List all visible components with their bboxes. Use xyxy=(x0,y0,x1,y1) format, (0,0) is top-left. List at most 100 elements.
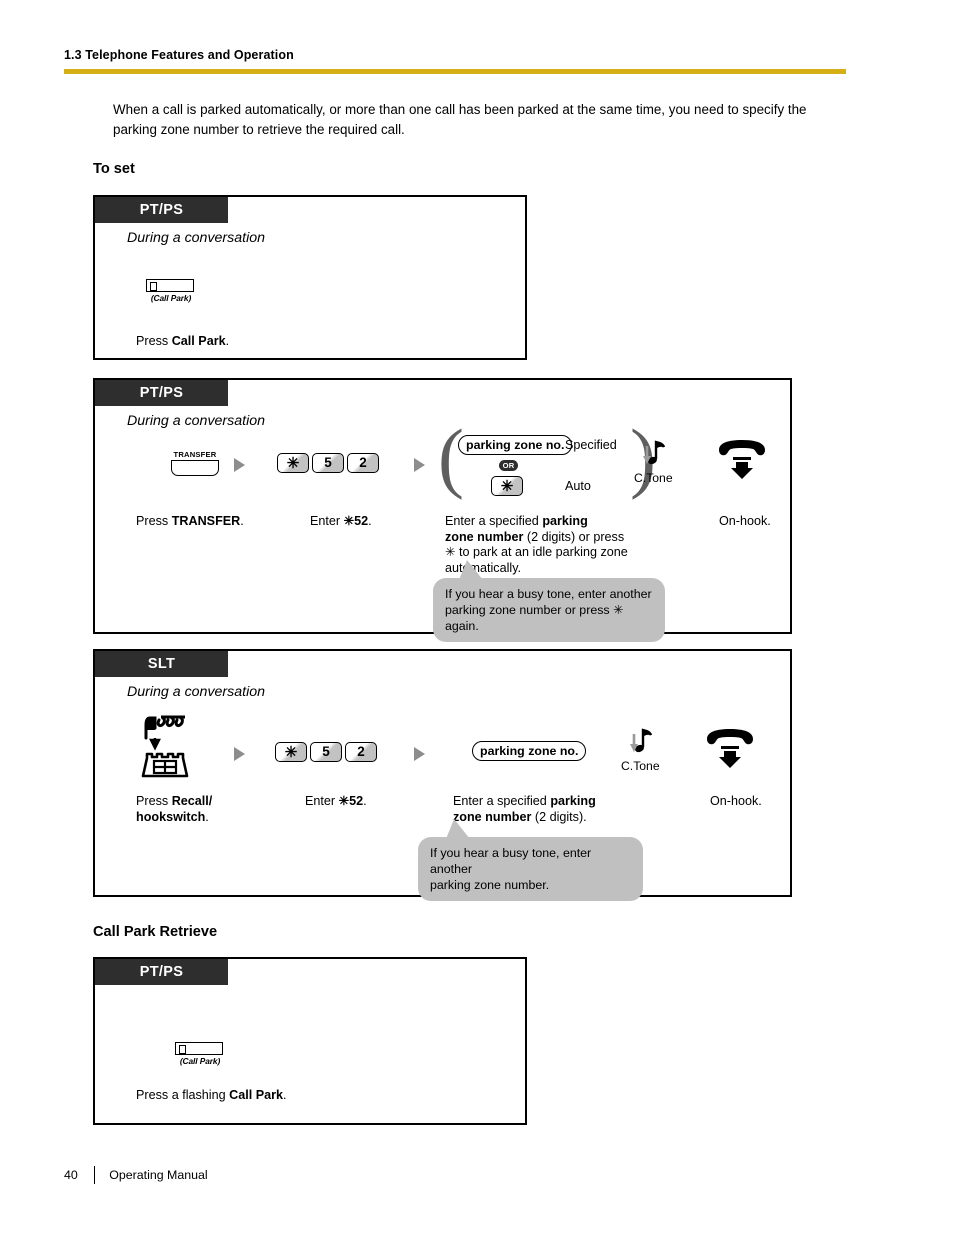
box2-step4-caption: On-hook. xyxy=(719,514,771,528)
header-rule xyxy=(64,69,846,74)
procedure-box-pt-ps-set: PT/PS During a conversation (Call Park) … xyxy=(93,195,527,360)
box3-step3-l2-post: (2 digits). xyxy=(531,809,587,824)
box3-bubble-line1: If you hear a busy tone, enter another xyxy=(430,846,592,876)
box3-note-bubble: If you hear a busy tone, enter another p… xyxy=(418,819,643,901)
box3-step4-caption: On-hook. xyxy=(710,794,762,808)
call-park-key-label-retrieve: (Call Park) xyxy=(179,1056,221,1066)
page-footer: 40 Operating Manual xyxy=(64,1166,208,1184)
box3-step1-pre: Press xyxy=(136,794,172,808)
slt-flow-arrow-2-icon xyxy=(414,747,425,761)
procedure-box-pt-ps-transfer: PT/PS During a conversation TRANSFER ✳ 5… xyxy=(93,378,792,642)
heading-to-set: To set xyxy=(93,161,135,177)
slt-key-5: 5 xyxy=(310,742,342,762)
recall-hookswitch-icon xyxy=(141,714,201,778)
box3-step1-bold-l1: Recall/ xyxy=(171,794,213,808)
box2-step1-bold: TRANSFER xyxy=(171,514,241,528)
box4-caption-bold: Call Park xyxy=(229,1088,284,1102)
box2-step2-bold: ✳52 xyxy=(343,514,369,528)
box1-caption-bold: Call Park xyxy=(171,334,226,348)
box2-step1-pre: Press xyxy=(136,514,172,528)
slt-music-note-icon xyxy=(623,727,657,761)
slt-dialpad-keys-star52: ✳ 5 2 xyxy=(275,742,377,762)
call-park-key-icon: (Call Park) xyxy=(146,279,197,303)
box3-step2-caption: Enter ✳52. xyxy=(305,794,367,810)
box2-bubble-line2: parking zone number or press ✳ again. xyxy=(445,603,624,633)
box3-step3-l1-pre: Enter a specified xyxy=(453,794,551,808)
box3-step2-post: . xyxy=(363,794,367,808)
flow-arrow-1-icon xyxy=(234,458,245,472)
transfer-button-shape xyxy=(171,460,219,476)
box1-state-label: During a conversation xyxy=(127,230,266,246)
box2-state-label: During a conversation xyxy=(127,413,266,429)
box2-step1-post: . xyxy=(240,514,244,528)
box1-step-caption: Press Call Park. xyxy=(136,334,229,350)
procedure-box-pt-ps-retrieve: PT/PS (Call Park) Press a flashing Call … xyxy=(93,957,527,1125)
call-park-key-shape-retrieve xyxy=(175,1042,223,1055)
box4-step-caption: Press a flashing Call Park. xyxy=(136,1088,287,1104)
footer-title: Operating Manual xyxy=(109,1168,208,1182)
section-title: 1.3 Telephone Features and Operation xyxy=(64,48,294,62)
ctone-label: C.Tone xyxy=(634,471,673,485)
on-hook-handset-icon xyxy=(715,438,769,479)
label-specified: Specified xyxy=(565,438,617,452)
key-5: 5 xyxy=(312,453,344,473)
box3-step1-bold-l2: hookswitch xyxy=(136,809,206,824)
dialpad-keys-star52: ✳ 5 2 xyxy=(277,453,379,473)
box-tab-slt: SLT xyxy=(95,651,228,677)
key-2: 2 xyxy=(347,453,379,473)
slt-flow-arrow-1-icon xyxy=(234,747,245,761)
slt-ctone-label: C.Tone xyxy=(621,759,660,773)
box2-step2-caption: Enter ✳52. xyxy=(310,514,372,530)
box3-bubble-line2: parking zone number. xyxy=(430,878,550,892)
box2-step2-pre: Enter xyxy=(310,514,344,528)
box2-step1-caption: Press TRANSFER. xyxy=(136,514,244,530)
slt-key-star: ✳ xyxy=(275,742,307,762)
or-badge: OR xyxy=(499,460,518,471)
footer-divider xyxy=(93,1166,96,1184)
flow-arrow-2-icon xyxy=(414,458,425,472)
box3-step1-post: . xyxy=(205,809,209,824)
box2-step3-l2-bold: zone number xyxy=(445,529,524,544)
page-header: 1.3 Telephone Features and Operation xyxy=(64,48,846,74)
call-park-key-label: (Call Park) xyxy=(150,293,192,303)
box2-step2-post: . xyxy=(368,514,372,528)
box3-step1-caption: Press Recall/ hookswitch. xyxy=(136,794,212,825)
box3-step2-pre: Enter xyxy=(305,794,339,808)
call-park-key-shape xyxy=(146,279,194,292)
group-paren-left-icon: ( xyxy=(438,413,464,500)
box2-step3-l2-post: (2 digits) or press xyxy=(523,529,625,544)
box3-bubble-tail-icon xyxy=(446,819,470,839)
box2-bubble-line1: If you hear a busy tone, enter another xyxy=(445,587,652,601)
music-note-icon xyxy=(636,439,670,473)
key-star-auto: ✳ xyxy=(491,476,523,496)
slt-confirmation-tone-indicator: C.Tone xyxy=(621,727,660,773)
confirmation-tone-indicator: C.Tone xyxy=(634,439,673,485)
key-star: ✳ xyxy=(277,453,309,473)
box3-step2-bold: ✳52 xyxy=(338,794,364,808)
box4-caption-pre: Press a flashing xyxy=(136,1088,230,1102)
box3-step3-l1-bold: parking xyxy=(550,794,596,808)
page-number: 40 xyxy=(64,1168,78,1182)
box1-caption-post: . xyxy=(225,334,230,348)
slt-parking-zone-no-pill: parking zone no. xyxy=(472,741,587,761)
box2-step3-l1-bold: parking xyxy=(542,514,588,528)
transfer-button-icon: TRANSFER xyxy=(169,450,221,476)
slt-key-2: 2 xyxy=(345,742,377,762)
box-tab-pt-ps-2: PT/PS xyxy=(95,380,228,406)
box3-step3-caption: Enter a specified parking zone number (2… xyxy=(453,794,673,825)
box-tab-pt-ps-retrieve: PT/PS xyxy=(95,959,228,985)
intro-paragraph: When a call is parked automatically, or … xyxy=(113,102,807,137)
box4-caption-post: . xyxy=(283,1088,287,1102)
call-park-key-icon-retrieve: (Call Park) xyxy=(175,1042,226,1066)
heading-call-park-retrieve: Call Park Retrieve xyxy=(93,924,218,940)
box2-step3-l1-pre: Enter a specified xyxy=(445,514,543,528)
box2-step3-l4: automatically. xyxy=(445,560,522,575)
procedure-box-slt: SLT During a conversation ✳ 5 2 parking … xyxy=(93,649,792,901)
box2-bubble-tail-icon xyxy=(459,560,483,580)
parking-zone-no-pill: parking zone no. xyxy=(458,435,573,455)
box1-caption-pre: Press xyxy=(136,334,172,348)
box2-step3-l3: ✳ to park at an idle parking zone xyxy=(445,545,628,559)
box-tab-pt-ps: PT/PS xyxy=(95,197,228,223)
box2-note-bubble: If you hear a busy tone, enter another p… xyxy=(433,560,665,642)
box3-state-label: During a conversation xyxy=(127,684,266,700)
